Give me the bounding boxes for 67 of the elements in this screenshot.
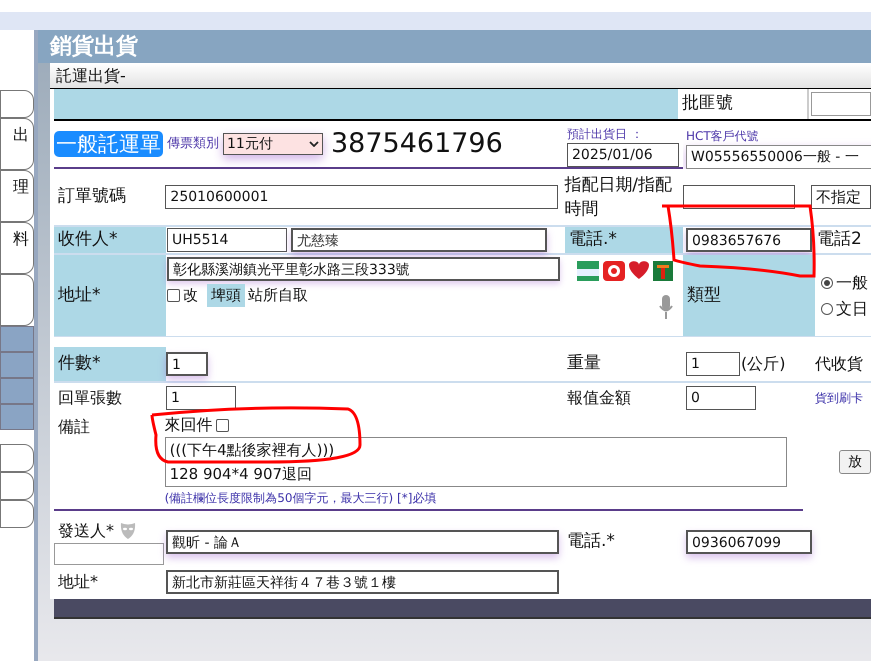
- sender-name-field[interactable]: 觀昕 - 論Ａ: [166, 530, 559, 554]
- dropdown[interactable]: 11元付: [223, 133, 323, 155]
- radio-option[interactable]: 一般: [821, 270, 871, 294]
- receiver-name-field[interactable]: 尤慈臻: [291, 228, 547, 252]
- field-label: 件數*: [58, 352, 100, 376]
- field-label: 回單張數: [58, 387, 122, 409]
- input-field[interactable]: 25010600001: [165, 185, 558, 209]
- field-label: 地址*: [58, 572, 98, 591]
- date-field[interactable]: 2025/01/06: [567, 143, 679, 167]
- receiver-code-field[interactable]: UH5514: [167, 228, 287, 252]
- page-title: 銷貨出貨: [50, 33, 138, 61]
- store-logos-icon: [577, 259, 673, 283]
- field-label: 代收貨: [815, 353, 863, 375]
- station-label: 埤頭: [207, 284, 245, 306]
- phone-field[interactable]: 0936067099: [686, 530, 812, 554]
- checkbox[interactable]: [167, 288, 180, 302]
- dialog-title: 託運出貨-: [56, 64, 126, 86]
- field-label: 報值金額: [567, 387, 631, 409]
- sidebar-item[interactable]: [0, 444, 34, 472]
- microphone-icon[interactable]: [659, 295, 673, 319]
- checkbox[interactable]: [216, 418, 229, 432]
- sidebar-item[interactable]: [0, 90, 34, 118]
- card-payment-link[interactable]: 貨到刷卡: [815, 389, 863, 407]
- chevron-down-icon: [309, 141, 319, 147]
- field-label: 電話2: [817, 228, 862, 252]
- weight-field[interactable]: 1: [686, 352, 740, 376]
- waybill-number: 3875461796: [331, 126, 503, 161]
- dropdown[interactable]: 不指定: [811, 185, 871, 209]
- field-label: 地址*: [58, 284, 100, 307]
- field-label: HCT客戶代號: [686, 128, 760, 145]
- sidebar-item[interactable]: [0, 274, 34, 326]
- customer-code-field[interactable]: W05556550006一般 - 一: [686, 145, 871, 169]
- address-field[interactable]: 新北市新莊區天祥街４７巷３號１樓: [166, 570, 559, 594]
- sidebar-item[interactable]: 出: [0, 118, 34, 170]
- field-label: 電話.*: [567, 530, 615, 554]
- sidebar-item[interactable]: [0, 500, 34, 528]
- input-field[interactable]: [811, 92, 871, 116]
- sidebar-item[interactable]: 料: [0, 222, 34, 274]
- input-field[interactable]: 1: [166, 386, 236, 410]
- field-label: 指配日期/指配時間: [564, 174, 674, 221]
- field-label: 預計出貨日 ：: [567, 126, 644, 143]
- checkbox-label: 改: [183, 285, 198, 306]
- checkbox-label: 來回件: [164, 414, 213, 436]
- field-label: 傳票類別: [167, 135, 219, 154]
- field-label: 發送人*: [58, 520, 114, 542]
- pieces-field[interactable]: 1: [166, 352, 208, 376]
- waybill-type-badge: 一般託運單: [54, 131, 163, 157]
- mask-icon: [120, 522, 136, 540]
- field-label: 收件人*: [58, 228, 118, 252]
- phone-field[interactable]: 0983657676: [686, 228, 812, 252]
- field-label: 訂單號碼: [58, 185, 126, 208]
- unit-label: (公斤): [741, 353, 786, 375]
- remark-hint: (備註欄位長度限制為50個字元，最大三行) [*]必填: [164, 490, 438, 507]
- field-label: 電話.*: [569, 228, 617, 252]
- sidebar-item[interactable]: [0, 472, 34, 500]
- field-label: 類型: [687, 284, 721, 307]
- checkbox-label: 站所自取: [248, 285, 308, 306]
- address-field[interactable]: 彰化縣溪湖鎮光平里彰水路三段333號: [167, 257, 560, 281]
- side-button[interactable]: 放: [839, 450, 871, 474]
- field-label: 批匪號: [682, 92, 734, 116]
- radio-option[interactable]: 文日: [821, 296, 871, 320]
- input-field[interactable]: 0: [686, 386, 756, 410]
- sidebar-item[interactable]: 理: [0, 170, 34, 222]
- field-label: 備註: [58, 417, 90, 436]
- field-label: 重量: [567, 352, 601, 376]
- remark-textarea[interactable]: (((下午4點後家裡有人))) 128 904*4 907退回: [164, 437, 787, 487]
- input-field[interactable]: [54, 543, 164, 565]
